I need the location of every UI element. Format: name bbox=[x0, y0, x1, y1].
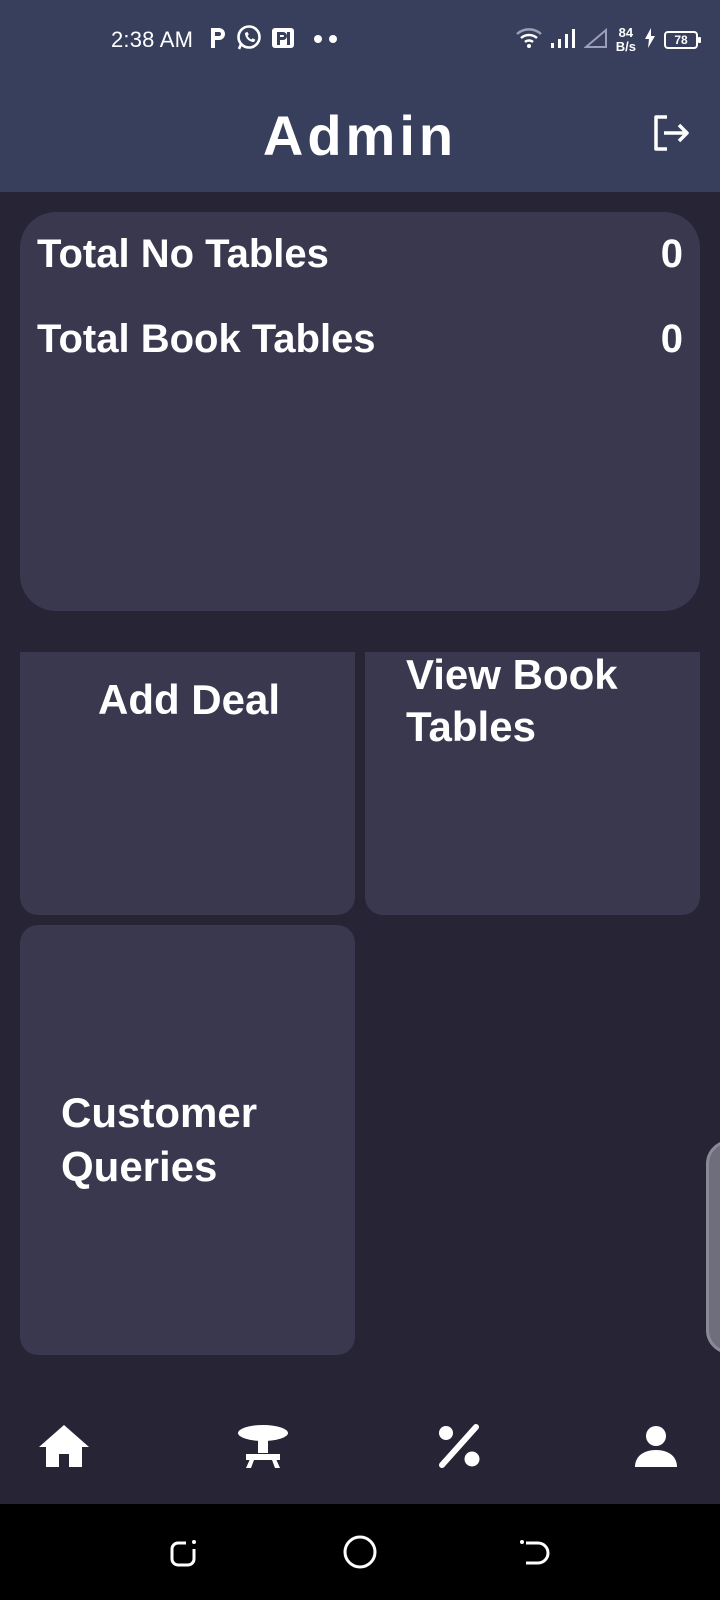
net-speed-value: 84 bbox=[618, 25, 634, 40]
percent-icon bbox=[435, 1422, 483, 1475]
logout-button[interactable] bbox=[648, 112, 694, 158]
summary-row-total-tables: Total No Tables 0 bbox=[37, 230, 683, 278]
add-deal-tile[interactable]: Add Deal bbox=[20, 652, 355, 915]
view-book-tables-tile[interactable]: View Book Tables bbox=[365, 651, 700, 915]
recents-icon bbox=[168, 1535, 202, 1574]
summary-label: Total No Tables bbox=[37, 232, 329, 276]
table-icon bbox=[236, 1423, 290, 1474]
recents-button[interactable] bbox=[163, 1532, 207, 1576]
summary-value: 0 bbox=[660, 232, 683, 276]
customer-queries-label-line2: Queries bbox=[61, 1143, 218, 1190]
signal-empty-icon bbox=[583, 27, 608, 54]
nav-tables[interactable] bbox=[233, 1418, 293, 1478]
signal-icon bbox=[550, 27, 576, 54]
home-icon bbox=[38, 1423, 90, 1474]
parking-p-icon bbox=[209, 26, 227, 55]
page-title: Admin bbox=[262, 104, 458, 167]
app-header: 2:38 AM 84 B/s 78 Admin bbox=[0, 0, 720, 192]
whatsapp-icon bbox=[235, 24, 263, 57]
view-book-tables-label-line1: View Book bbox=[406, 651, 618, 698]
wifi-icon bbox=[515, 27, 542, 54]
bottom-nav bbox=[0, 1382, 720, 1504]
scroll-handle[interactable] bbox=[706, 1140, 720, 1354]
customer-queries-label-line1: Customer bbox=[61, 1089, 258, 1136]
system-navigation-bar bbox=[0, 1504, 720, 1600]
person-icon bbox=[634, 1424, 678, 1473]
net-speed-unit: B/s bbox=[615, 39, 636, 54]
logout-icon bbox=[651, 113, 691, 158]
status-bar: 2:38 AM 84 B/s 78 bbox=[0, 0, 720, 80]
net-speed: 84 B/s bbox=[616, 26, 636, 54]
system-status-icons: 84 B/s 78 bbox=[515, 24, 701, 56]
summary-label: Total Book Tables bbox=[37, 317, 376, 361]
back-icon bbox=[518, 1535, 552, 1574]
parking-app-icon bbox=[271, 26, 295, 55]
battery-icon: 78 bbox=[664, 31, 701, 49]
charging-icon bbox=[644, 27, 656, 53]
status-time: 2:38 AM bbox=[111, 27, 194, 52]
battery-level: 78 bbox=[674, 33, 688, 47]
summary-card: Total No Tables 0 Total Book Tables 0 bbox=[20, 212, 700, 611]
nav-home[interactable] bbox=[34, 1418, 94, 1478]
summary-row-book-tables: Total Book Tables 0 bbox=[37, 315, 683, 363]
notification-icons bbox=[209, 24, 339, 57]
home-system-button[interactable] bbox=[338, 1532, 382, 1576]
add-deal-label: Add Deal bbox=[98, 676, 281, 723]
nav-profile[interactable] bbox=[626, 1418, 686, 1478]
view-book-tables-label-line2: Tables bbox=[406, 703, 536, 750]
more-dots-icon bbox=[313, 31, 339, 49]
back-button[interactable] bbox=[513, 1532, 557, 1576]
customer-queries-tile[interactable]: Customer Queries bbox=[20, 925, 355, 1355]
home-circle-icon bbox=[342, 1534, 378, 1575]
nav-deals[interactable] bbox=[429, 1418, 489, 1478]
summary-value: 0 bbox=[660, 317, 683, 361]
